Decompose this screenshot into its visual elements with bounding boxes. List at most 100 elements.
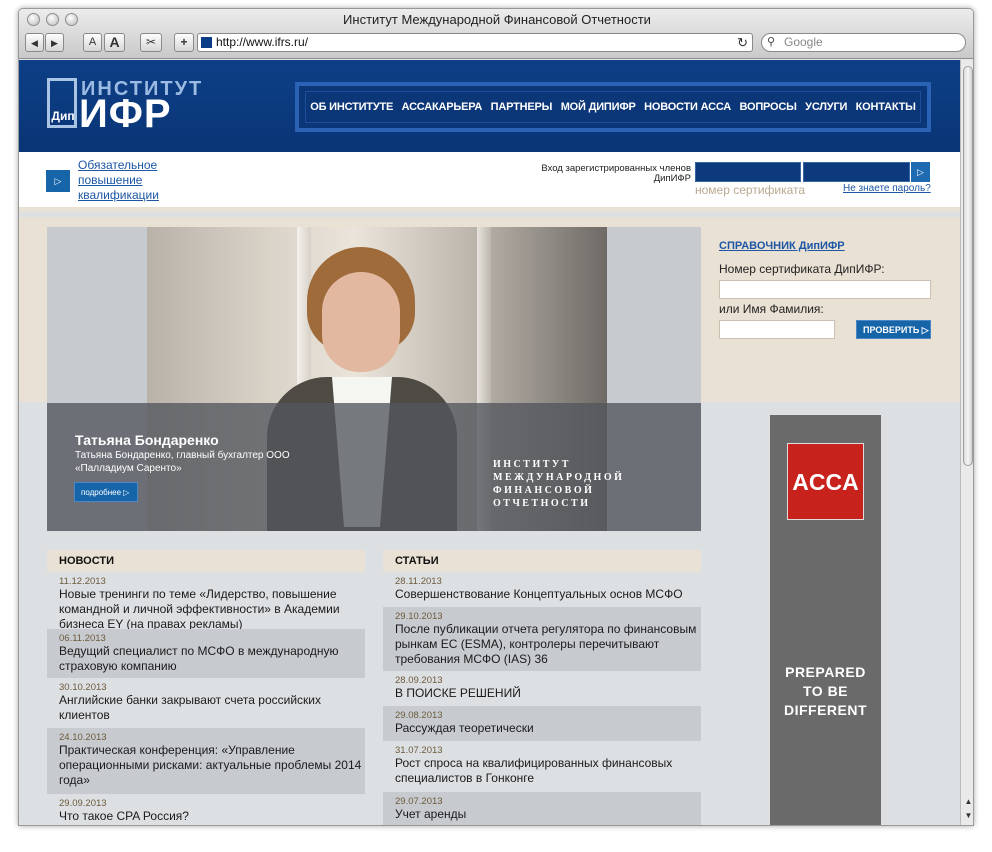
directory-name-label: или Имя Фамилия: [719, 302, 824, 316]
slogan-line2: TO BE [802, 683, 849, 699]
directory-check-button[interactable]: ПРОВЕРИТЬ ▷ [856, 320, 931, 339]
add-bookmark-button[interactable]: + [174, 33, 194, 52]
browser-window: Институт Международной Финансовой Отчетн… [18, 8, 974, 826]
news-text[interactable]: Практическая конференция: «Управление оп… [59, 743, 365, 788]
font-larger-button[interactable]: A [104, 33, 125, 52]
article-text[interactable]: Учет аренды [395, 807, 701, 822]
nav-my-dipifr[interactable]: МОЙ ДИПИФР [561, 101, 636, 113]
search-input[interactable]: ⚲ Google [761, 33, 966, 52]
main-nav: ОБ ИНСТИТУТЕ АССАКАРЬЕРА ПАРТНЕРЫ МОЙ ДИ… [295, 82, 931, 132]
mandatory-training-link[interactable]: Обязательное повышение квалификации [78, 158, 188, 203]
article-item[interactable]: 28.09.2013 В ПОИСКЕ РЕШЕНИЙ [383, 671, 701, 706]
article-date: 31.07.2013 [395, 745, 443, 756]
address-bar[interactable]: http://www.ifrs.ru/ ↻ [197, 33, 753, 52]
nav-acca-news[interactable]: НОВОСТИ АССА [644, 101, 731, 113]
login-cert-input[interactable] [695, 162, 801, 182]
scroll-up-icon[interactable]: ▲ [961, 795, 973, 808]
nav-contacts[interactable]: КОНТАКТЫ [856, 101, 916, 113]
title-bar: Институт Международной Финансовой Отчетн… [19, 9, 973, 59]
news-date: 06.11.2013 [59, 633, 106, 644]
news-item[interactable]: 11.12.2013 Новые тренинги по теме «Лидер… [47, 572, 365, 632]
forgot-password-link[interactable]: Не знаете пароль? [843, 183, 931, 194]
logo-ifr: ИФР [79, 92, 172, 136]
hero-inst-line3: ФИНАНСОВОЙ [493, 485, 595, 496]
scroll-down-icon[interactable]: ▼ [961, 809, 973, 822]
news-text[interactable]: Ведущий специалист по МСФО в международн… [59, 644, 365, 674]
nav-questions[interactable]: ВОПРОСЫ [740, 101, 797, 113]
acca-logo: ACCA [787, 443, 864, 520]
article-item[interactable]: 29.10.2013 После публикации отчета регул… [383, 607, 701, 671]
article-text[interactable]: Рост спроса на квалифицированных финансо… [395, 756, 701, 786]
news-heading: НОВОСТИ [47, 550, 365, 572]
news-date: 11.12.2013 [59, 576, 106, 587]
news-date: 24.10.2013 [59, 732, 107, 743]
page-viewport: Дип ИНСТИТУТ ИФР ОБ ИНСТИТУТЕ АССАКАРЬЕР… [19, 60, 960, 825]
slogan-line3: DIFFERENT [783, 702, 868, 718]
nav-services[interactable]: УСЛУГИ [805, 101, 847, 113]
nav-acca-career[interactable]: АССАКАРЬЕРА [402, 101, 483, 113]
article-text[interactable]: Совершенствование Концептуальных основ М… [395, 587, 701, 602]
hero-inst-line4: ОТЧЕТНОСТИ [493, 498, 591, 509]
news-text[interactable]: Что такое CPA Россия? [59, 809, 365, 824]
news-item[interactable]: 30.10.2013 Английские банки закрывают сч… [47, 678, 365, 728]
article-item[interactable]: 28.11.2013 Совершенствование Концептуаль… [383, 572, 701, 607]
scissors-icon: ✂ [145, 35, 157, 49]
vertical-scrollbar[interactable]: ▲ ▼ [960, 60, 973, 825]
article-item[interactable]: 29.07.2013 Учет аренды [383, 792, 701, 825]
news-item[interactable]: 29.09.2013 Что такое CPA Россия? [47, 794, 365, 825]
article-date: 29.08.2013 [395, 710, 443, 721]
hero-description: Татьяна Бондаренко, главный бухгалтер ОО… [75, 450, 290, 474]
search-icon: ⚲ [767, 36, 776, 48]
news-date: 30.10.2013 [59, 682, 107, 693]
back-icon: ◀ [31, 38, 38, 48]
hero-name: Татьяна Бондаренко [75, 432, 219, 448]
directory-name-input[interactable] [719, 320, 835, 339]
article-date: 28.09.2013 [395, 675, 443, 686]
directory-cert-input[interactable] [719, 280, 931, 299]
favicon-icon [201, 37, 212, 48]
hero-inst-line2: МЕЖДУНАРОДНОЙ [493, 472, 625, 483]
news-item[interactable]: 24.10.2013 Практическая конференция: «Уп… [47, 728, 365, 794]
directory-title[interactable]: СПРАВОЧНИК ДипИФР [719, 240, 845, 252]
reload-icon[interactable]: ↻ [737, 34, 748, 51]
article-item[interactable]: 31.07.2013 Рост спроса на квалифицирован… [383, 741, 701, 792]
article-text[interactable]: Рассуждая теоретически [395, 721, 701, 736]
back-button[interactable]: ◀ [25, 33, 44, 52]
article-text[interactable]: В ПОИСКЕ РЕШЕНИЙ [395, 686, 701, 701]
slogan-line1: PREPARED [785, 664, 866, 680]
font-small-icon: A [88, 36, 97, 48]
logo-dip: Дип [51, 109, 75, 123]
article-item[interactable]: 29.08.2013 Рассуждая теоретически [383, 706, 701, 741]
nav-partners[interactable]: ПАРТНЕРЫ [491, 101, 553, 113]
article-date: 29.10.2013 [395, 611, 443, 622]
news-item[interactable]: 06.11.2013 Ведущий специалист по МСФО в … [47, 629, 365, 678]
nav-about[interactable]: ОБ ИНСТИТУТЕ [310, 101, 393, 113]
window-title: Институт Международной Финансовой Отчетн… [343, 12, 651, 27]
site-header: Дип ИНСТИТУТ ИФР ОБ ИНСТИТУТЕ АССАКАРЬЕР… [19, 60, 960, 152]
hero-more-button[interactable]: подробнее ▷ [74, 482, 138, 502]
acca-slogan: PREPARED TO BE DIFFERENT [770, 663, 881, 720]
forward-button[interactable]: ▶ [45, 33, 64, 52]
news-text[interactable]: Английские банки закрывают счета российс… [59, 693, 365, 723]
acca-banner[interactable]: ACCA PREPARED TO BE DIFFERENT [770, 415, 881, 825]
font-large-icon: A [109, 34, 120, 50]
hero-institute-text: ИНСТИТУТ МЕЖДУНАРОДНОЙ ФИНАНСОВОЙ ОТЧЕТН… [493, 458, 624, 510]
scroll-thumb[interactable] [963, 66, 973, 466]
forward-icon: ▶ [51, 38, 58, 48]
url-text: http://www.ifrs.ru/ [216, 35, 309, 49]
snip-button[interactable]: ✂ [140, 33, 162, 52]
mandatory-arrow-button[interactable]: ▷ [46, 170, 70, 192]
article-date: 28.11.2013 [395, 576, 442, 587]
font-smaller-button[interactable]: A [83, 33, 102, 52]
directory-cert-label: Номер сертификата ДипИФР: [719, 262, 885, 276]
article-text[interactable]: После публикации отчета регулятора по фи… [395, 622, 701, 667]
plus-icon: + [180, 35, 188, 49]
login-label: Вход зарегистрированных членов ДипИФР [541, 163, 691, 184]
search-placeholder: Google [784, 35, 823, 49]
news-text[interactable]: Новые тренинги по теме «Лидерство, повыш… [59, 587, 365, 632]
articles-heading: СТАТЬИ [383, 550, 701, 572]
login-submit-button[interactable]: ▷ [911, 162, 930, 182]
check-label: ПРОВЕРИТЬ [863, 325, 920, 335]
article-date: 29.07.2013 [395, 796, 443, 807]
login-password-input[interactable] [803, 162, 910, 182]
